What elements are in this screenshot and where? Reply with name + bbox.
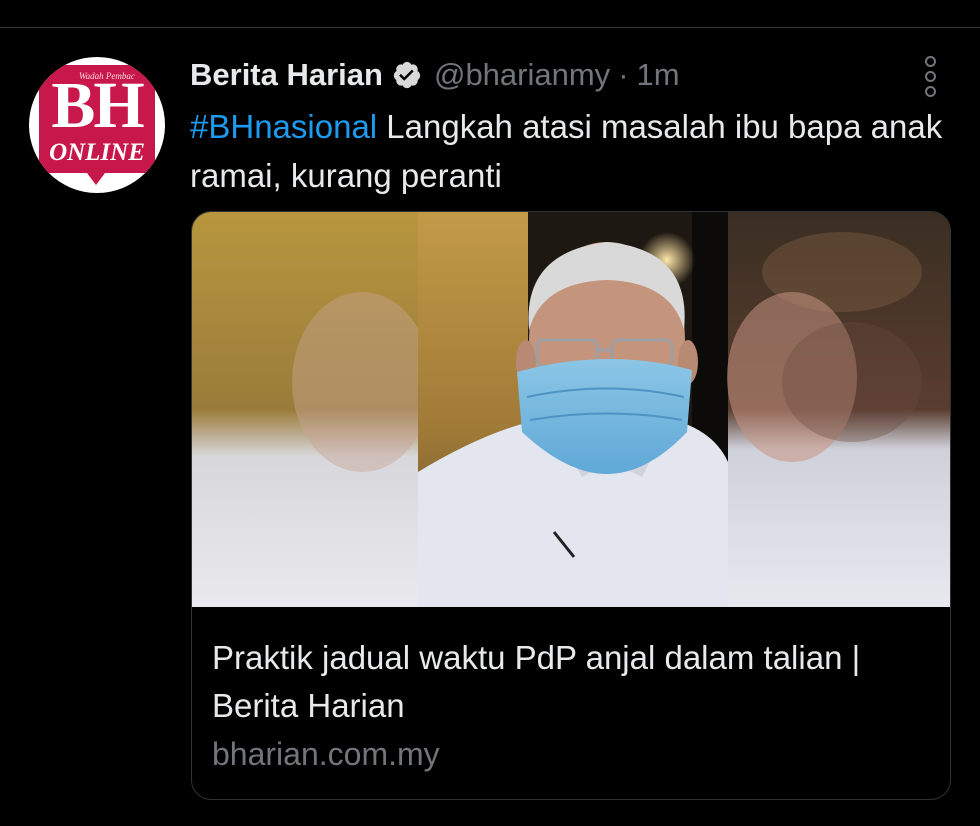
more-dot: [924, 86, 936, 97]
verified-badge-icon: [392, 60, 422, 90]
author-avatar[interactable]: Wadah Pembac BH ONLINE: [29, 57, 165, 193]
more-dot: [924, 71, 936, 82]
author-handle[interactable]: @bharianmy: [434, 57, 610, 93]
hashtag-link[interactable]: #BHnasional: [190, 108, 377, 145]
tweet-text: #BHnasional Langkah atasi masalah ibu ba…: [190, 102, 960, 200]
card-thumbnail-image: [192, 212, 950, 607]
separator-dot: ·: [618, 57, 629, 92]
more-options-icon[interactable]: [920, 56, 940, 97]
more-dot: [924, 56, 936, 67]
card-domain[interactable]: bharian.com.my: [212, 736, 440, 773]
avatar-logo-tail: [84, 169, 108, 185]
avatar-letters: BH: [51, 69, 144, 142]
tweet-header: Berita Harian @bharianmy · 1m: [190, 54, 680, 96]
author-name[interactable]: Berita Harian: [190, 57, 383, 93]
tweet-timestamp[interactable]: 1m: [637, 57, 680, 93]
tweet[interactable]: Wadah Pembac BH ONLINE Berita Harian @bh…: [0, 0, 980, 826]
avatar-word: ONLINE: [49, 139, 145, 166]
card-title[interactable]: Praktik jadual waktu PdP anjal dalam tal…: [212, 634, 937, 730]
link-preview-card[interactable]: Praktik jadual waktu PdP anjal dalam tal…: [191, 211, 951, 800]
